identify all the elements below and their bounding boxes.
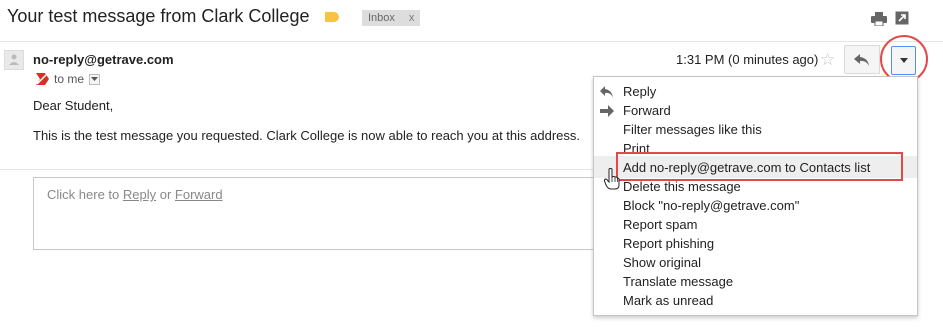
email-subject: Your test message from Clark College <box>7 6 310 26</box>
person-icon <box>9 54 19 65</box>
message-greeting: Dear Student, <box>33 98 114 113</box>
forward-link[interactable]: Forward <box>175 187 223 202</box>
show-details-button[interactable] <box>89 73 101 85</box>
star-icon[interactable]: ☆ <box>820 50 835 70</box>
menu-item-report-spam[interactable]: Report spam <box>623 216 697 234</box>
importance-marker-icon[interactable] <box>36 73 49 85</box>
menu-item-block-sender[interactable]: Block "no-reply@getrave.com" <box>623 197 799 215</box>
divider <box>0 169 600 170</box>
quick-reply-box[interactable]: Click here to Reply or Forward <box>33 177 600 250</box>
menu-item-mark-unread[interactable]: Mark as unread <box>623 292 713 310</box>
remove-label-button[interactable]: x <box>409 10 415 26</box>
forward-arrow-icon <box>600 105 614 117</box>
label-tag-icon[interactable] <box>325 12 339 22</box>
reply-icon <box>600 86 613 98</box>
chevron-down-icon <box>91 76 99 81</box>
subject-bar: Your test message from Clark College Inb… <box>0 0 943 42</box>
recipient-label: to me <box>54 72 85 86</box>
message-body: This is the test message you requested. … <box>33 128 581 143</box>
new-window-icon[interactable] <box>895 11 909 25</box>
reply-button[interactable] <box>844 45 880 74</box>
reply-hint-or: or <box>156 187 175 202</box>
reply-hint-prefix: Click here to <box>47 187 123 202</box>
reply-hint: Click here to Reply or Forward <box>47 187 223 202</box>
inbox-label-chip[interactable]: Inbox x <box>362 10 421 26</box>
print-icon[interactable] <box>871 12 887 26</box>
menu-item-forward[interactable]: Forward <box>623 102 671 120</box>
recipient-row: to me <box>36 72 101 86</box>
menu-item-translate[interactable]: Translate message <box>623 273 733 291</box>
sender-address[interactable]: no-reply@getrave.com <box>33 52 174 67</box>
menu-item-filter-messages[interactable]: Filter messages like this <box>623 121 762 139</box>
inbox-label-text: Inbox <box>368 12 395 24</box>
hand-cursor-icon <box>604 168 620 190</box>
reply-icon <box>854 53 869 66</box>
reply-link[interactable]: Reply <box>123 187 156 202</box>
menu-item-show-original[interactable]: Show original <box>623 254 701 272</box>
menu-item-report-phishing[interactable]: Report phishing <box>623 235 714 253</box>
menu-item-reply[interactable]: Reply <box>623 83 656 101</box>
message-time: 1:31 PM (0 minutes ago) <box>676 52 819 67</box>
annotation-highlight-box <box>616 152 903 181</box>
message-actions-menu: Reply Forward Filter messages like this … <box>593 76 918 316</box>
avatar <box>4 50 24 70</box>
